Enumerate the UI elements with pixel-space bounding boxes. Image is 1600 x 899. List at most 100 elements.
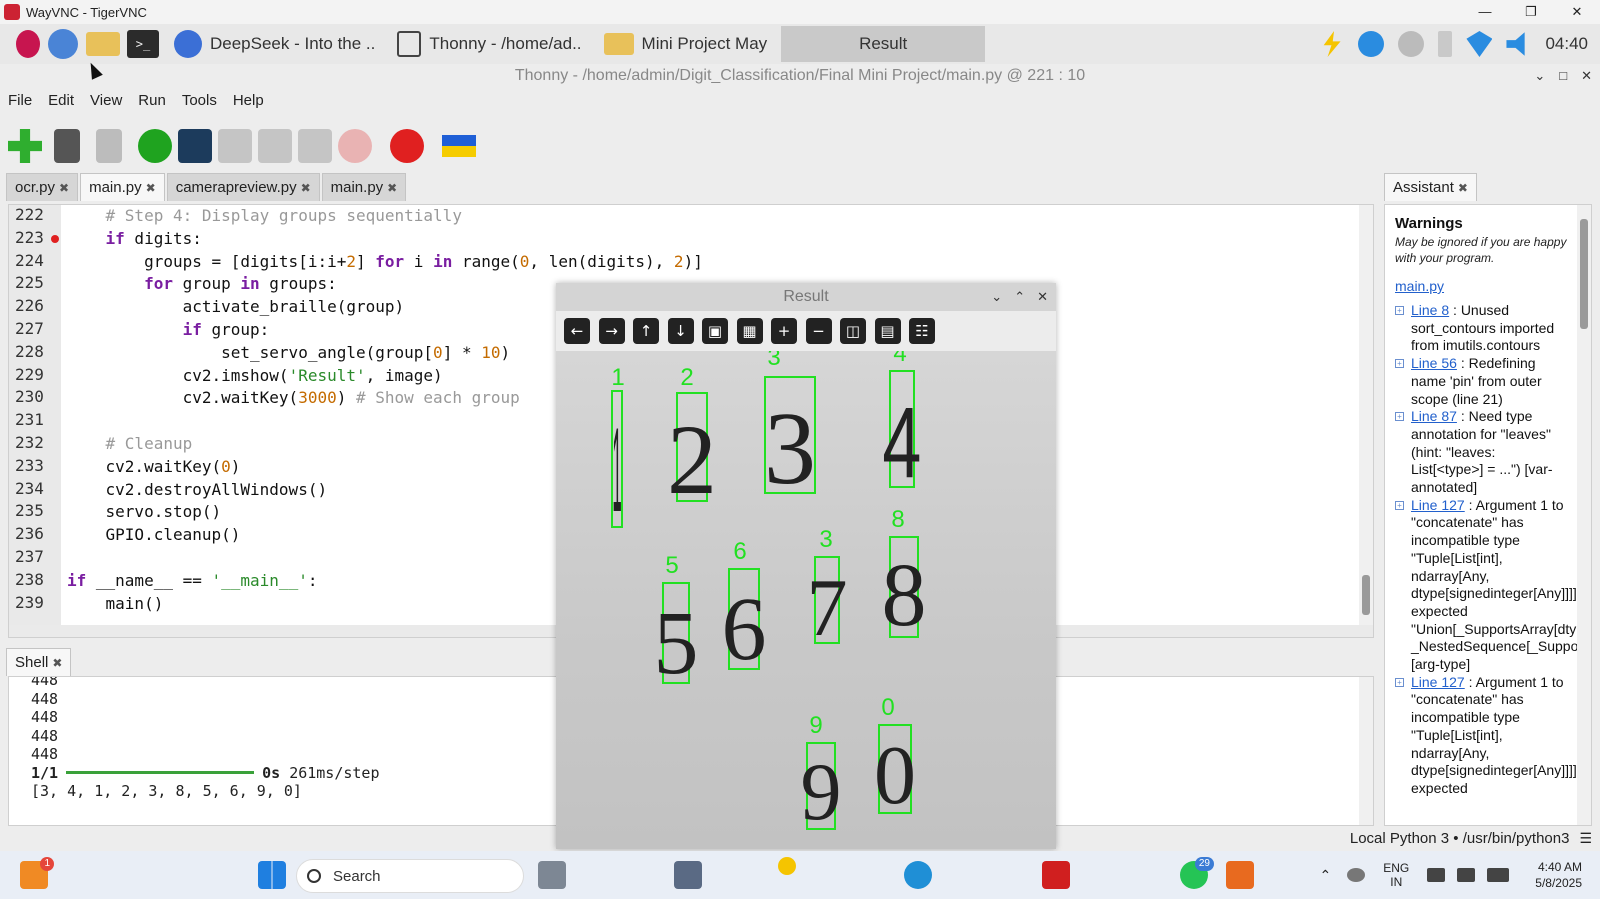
task-result[interactable]: Result bbox=[781, 26, 986, 62]
maximize-icon[interactable]: □ bbox=[1559, 64, 1567, 88]
copy-clipboard-icon[interactable]: ▤ bbox=[874, 318, 901, 344]
power-warning-icon[interactable] bbox=[1323, 31, 1341, 57]
run-button[interactable] bbox=[138, 129, 172, 163]
acrobat-icon[interactable] bbox=[1042, 861, 1070, 889]
task-mini-project[interactable]: Mini Project May bbox=[596, 26, 776, 62]
task-deepseek[interactable]: DeepSeek - Into the .. bbox=[166, 26, 383, 62]
windows-search-box[interactable]: Search bbox=[296, 859, 524, 893]
menu-edit[interactable]: Edit bbox=[40, 92, 82, 114]
battery-icon[interactable] bbox=[1487, 868, 1510, 882]
scrollbar-thumb[interactable] bbox=[1580, 219, 1588, 329]
wifi-icon[interactable] bbox=[1466, 31, 1493, 57]
step-over-button[interactable] bbox=[218, 129, 252, 163]
zoom-actual-icon[interactable]: ▦ bbox=[736, 318, 763, 344]
bluetooth-icon[interactable] bbox=[1438, 31, 1453, 57]
close-tab-icon[interactable]: ✖ bbox=[1458, 181, 1468, 195]
terminal-launcher[interactable]: >_ bbox=[126, 27, 160, 61]
menu-run[interactable]: Run bbox=[130, 92, 174, 114]
close-tab-icon[interactable]: ✖ bbox=[52, 656, 62, 670]
volume-icon[interactable] bbox=[1506, 32, 1525, 56]
vnc-viewer-icon[interactable] bbox=[1226, 861, 1254, 889]
warning-text: : Argument 1 to "concatenate" has incomp… bbox=[1411, 673, 1586, 796]
sync-icon[interactable] bbox=[1398, 31, 1425, 57]
zoom-out-icon[interactable]: − bbox=[805, 318, 832, 344]
menu-help[interactable]: Help bbox=[225, 92, 272, 114]
close-tab-icon[interactable]: ✖ bbox=[59, 181, 69, 195]
scrollbar-thumb[interactable] bbox=[1362, 575, 1370, 615]
hamburger-menu-icon[interactable]: ☰ bbox=[1579, 830, 1592, 847]
warning-line-link[interactable]: Line 87 bbox=[1411, 408, 1457, 424]
breakpoint-icon[interactable] bbox=[51, 234, 59, 243]
tab-shell[interactable]: Shell ✖ bbox=[6, 648, 72, 676]
chevron-up-icon[interactable]: ⌃ bbox=[1320, 867, 1332, 884]
widgets-icon[interactable]: 1 bbox=[20, 857, 54, 889]
chevron-up-icon[interactable]: ⌃ bbox=[1014, 283, 1025, 311]
resume-button[interactable] bbox=[338, 129, 372, 163]
warning-line-link[interactable]: Line 8 bbox=[1411, 302, 1449, 318]
expand-icon[interactable]: + bbox=[1395, 359, 1404, 369]
shell-vertical-scrollbar[interactable] bbox=[1359, 677, 1373, 825]
save-button[interactable] bbox=[96, 129, 122, 163]
edge-icon[interactable] bbox=[904, 861, 932, 889]
chevron-down-icon[interactable]: ⌄ bbox=[1534, 64, 1545, 88]
expand-icon[interactable]: + bbox=[1395, 412, 1404, 422]
tab-main-py[interactable]: main.py ✖ bbox=[80, 173, 165, 201]
save-image-icon[interactable]: ◫ bbox=[840, 318, 866, 344]
close-icon[interactable]: ✕ bbox=[1037, 283, 1048, 311]
zoom-fit-icon[interactable]: ▣ bbox=[702, 318, 728, 344]
warning-line-link[interactable]: Line 56 bbox=[1411, 355, 1457, 371]
assistant-vertical-scrollbar[interactable] bbox=[1577, 205, 1591, 825]
browser-launcher[interactable] bbox=[46, 27, 80, 61]
ukraine-flag-icon[interactable] bbox=[442, 135, 476, 157]
load-button[interactable] bbox=[54, 129, 80, 163]
close-tab-icon[interactable]: ✖ bbox=[146, 181, 156, 195]
step-into-button[interactable] bbox=[258, 129, 292, 163]
close-tab-icon[interactable]: ✖ bbox=[387, 181, 397, 195]
editor-vertical-scrollbar[interactable] bbox=[1359, 205, 1373, 625]
interpreter-status[interactable]: Local Python 3 • /usr/bin/python3 bbox=[1350, 830, 1570, 847]
windows-start-icon[interactable] bbox=[258, 861, 286, 889]
task-thonny[interactable]: Thonny - /home/ad.. bbox=[389, 26, 589, 62]
stop-button[interactable] bbox=[390, 129, 424, 163]
step-out-button[interactable] bbox=[298, 129, 332, 163]
updates-icon[interactable] bbox=[1358, 31, 1385, 57]
file-manager-launcher[interactable] bbox=[86, 27, 120, 61]
snipping-tool-icon[interactable] bbox=[674, 861, 702, 889]
volume-icon[interactable] bbox=[1457, 868, 1476, 882]
task-view-icon[interactable] bbox=[538, 861, 566, 889]
close-icon[interactable]: ✕ bbox=[1581, 64, 1592, 88]
tab-main-py-2[interactable]: main.py ✖ bbox=[321, 173, 407, 201]
pan-down-icon[interactable]: ↓ bbox=[667, 318, 694, 344]
chevron-down-icon[interactable]: ⌄ bbox=[991, 283, 1002, 311]
restore-icon[interactable]: ❐ bbox=[1508, 0, 1554, 24]
warning-line-link[interactable]: Line 127 bbox=[1411, 497, 1465, 513]
minimize-icon[interactable]: — bbox=[1462, 0, 1508, 24]
expand-icon[interactable]: + bbox=[1395, 677, 1404, 687]
whatsapp-icon[interactable]: 29 bbox=[1180, 857, 1214, 889]
pan-left-icon[interactable]: ← bbox=[564, 318, 590, 344]
language-indicator[interactable]: ENG IN bbox=[1383, 861, 1409, 889]
menu-tools[interactable]: Tools bbox=[174, 92, 225, 114]
tab-camerapreview-py[interactable]: camerapreview.py ✖ bbox=[166, 173, 320, 201]
pan-up-icon[interactable]: ↑ bbox=[633, 318, 659, 344]
sync-icon[interactable] bbox=[1347, 868, 1366, 882]
tab-assistant[interactable]: Assistant ✖ bbox=[1384, 173, 1477, 201]
assistant-file-link[interactable]: main.py bbox=[1395, 278, 1567, 294]
menu-file[interactable]: File bbox=[0, 92, 40, 114]
close-tab-icon[interactable]: ✖ bbox=[301, 181, 311, 195]
properties-icon[interactable]: ☷ bbox=[909, 318, 935, 344]
expand-icon[interactable]: + bbox=[1395, 500, 1404, 510]
pan-right-icon[interactable]: → bbox=[598, 318, 625, 344]
debug-button[interactable] bbox=[178, 129, 212, 163]
wifi-icon[interactable] bbox=[1427, 868, 1446, 882]
close-icon[interactable]: ✕ bbox=[1554, 0, 1600, 24]
zoom-in-icon[interactable]: + bbox=[771, 318, 797, 344]
windows-clock[interactable]: 4:40 AM 5/8/2025 bbox=[1535, 859, 1582, 891]
raspberry-menu-button[interactable] bbox=[6, 27, 40, 61]
menu-view[interactable]: View bbox=[82, 92, 130, 114]
tab-ocr-py[interactable]: ocr.py ✖ bbox=[6, 173, 79, 201]
new-file-button[interactable] bbox=[8, 129, 42, 163]
warning-line-link[interactable]: Line 127 bbox=[1411, 674, 1465, 690]
expand-icon[interactable]: + bbox=[1395, 306, 1404, 315]
chrome-canary-icon[interactable] bbox=[778, 857, 796, 875]
